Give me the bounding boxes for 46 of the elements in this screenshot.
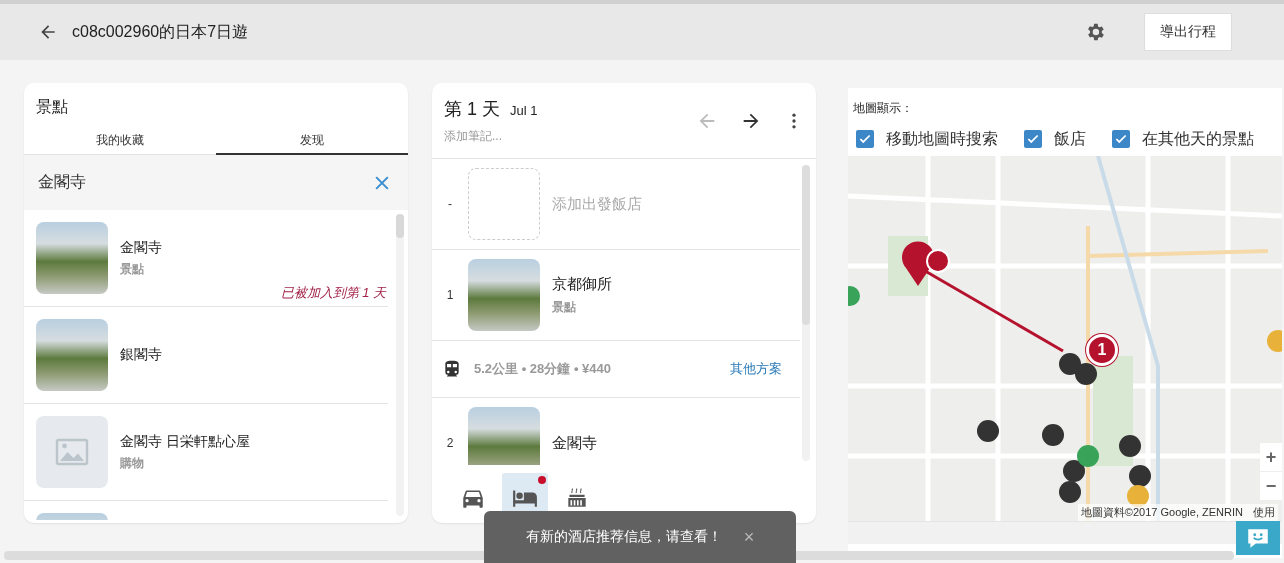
zoom-out-button[interactable]: − [1260, 472, 1282, 500]
place-name[interactable]: 京都御所 [552, 274, 612, 294]
checkbox-label[interactable]: 在其他天的景點 [1142, 128, 1254, 150]
place-name[interactable]: 金閣寺 [552, 433, 597, 453]
checkbox[interactable] [856, 130, 874, 148]
trip-title: c08c002960的日本7日遊 [72, 21, 250, 42]
map-display-label: 地圖顯示： [852, 100, 914, 116]
toast-message: 有新的酒店推荐信息，请查看！ [525, 528, 722, 546]
place-category: 景點 [120, 260, 145, 278]
day-date: Jul 1 [510, 102, 538, 118]
place-category: 購物 [120, 454, 145, 472]
search-input[interactable]: 金閣寺 [36, 172, 372, 193]
checkbox[interactable] [1112, 130, 1130, 148]
other-routes-link[interactable]: 其他方案 [730, 360, 782, 378]
check-icon [1026, 132, 1040, 146]
place-name[interactable]: 銀閣寺 [120, 346, 162, 364]
terms-link[interactable]: 使用 [1253, 505, 1275, 520]
photo-placeholder [36, 319, 108, 391]
stop-index: 1 [445, 288, 455, 302]
checkbox-label[interactable]: 移動地圖時搜索 [886, 128, 998, 150]
zoom-in-button[interactable]: + [1260, 443, 1282, 471]
search-field[interactable]: 金閣寺 [24, 155, 408, 210]
checkbox-label[interactable]: 飯店 [1054, 128, 1086, 150]
scrollbar[interactable] [396, 214, 404, 516]
place-name[interactable]: 金閣寺 日栄軒點心屋 [120, 432, 250, 451]
map-attribution: 地圖資料©2017 Google, ZENRIN [1080, 505, 1243, 520]
photo-placeholder [36, 222, 108, 294]
check-icon [1114, 132, 1128, 146]
chat-button[interactable] [1236, 521, 1280, 555]
route-summary: 5.2公里 • 28分鐘 • ¥440 [474, 360, 612, 378]
scrollbar[interactable] [802, 165, 810, 461]
photo-placeholder [468, 259, 540, 331]
added-note: 已被加入到第 1 天 [280, 284, 386, 302]
stop-index: 2 [445, 436, 455, 450]
place-name[interactable]: 金閣寺 [120, 238, 162, 257]
check-icon [858, 132, 872, 146]
tab[interactable]: 我的收藏 [24, 127, 216, 155]
map-drawing[interactable] [848, 156, 1282, 521]
panel-title: 景點 [35, 97, 69, 117]
day-title: 第 1 天 [444, 98, 500, 119]
stop-index: - [447, 197, 453, 211]
place-category: 景點 [552, 298, 577, 316]
train-icon [442, 359, 462, 379]
export-button[interactable]: 導出行程 [1144, 13, 1232, 51]
checkbox[interactable] [1024, 130, 1042, 148]
photo-placeholder [468, 407, 540, 465]
